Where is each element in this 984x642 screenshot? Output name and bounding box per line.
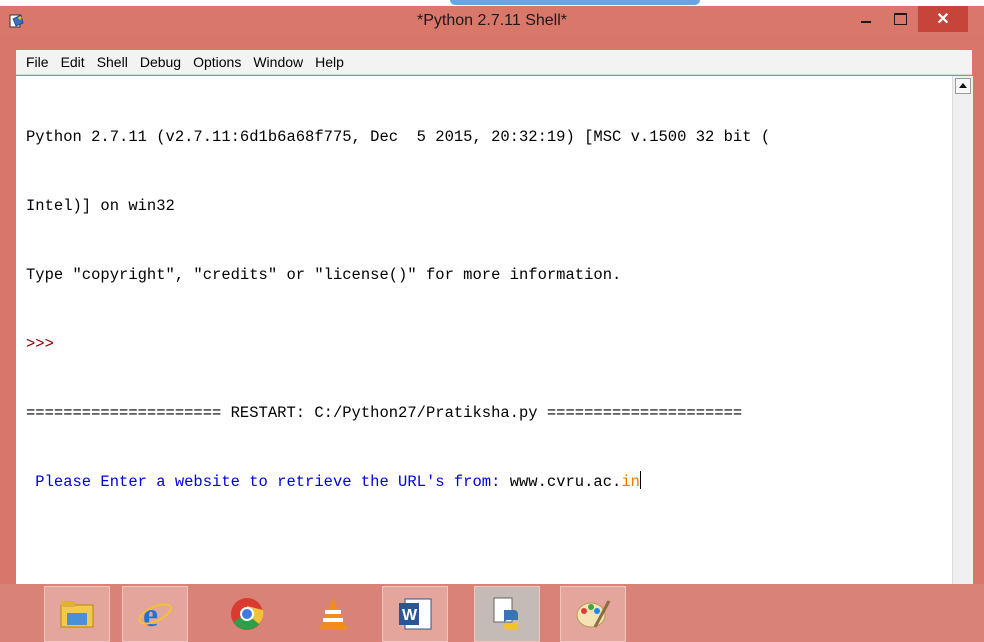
input-prompt-text: Please Enter a website to retrieve the U… [26,473,510,491]
chrome-icon [231,598,264,630]
minimize-icon [861,21,871,23]
taskbar-python-idle[interactable] [474,586,540,642]
minimize-button[interactable] [851,6,881,32]
taskbar: e W [0,584,984,642]
menu-file[interactable]: File [26,54,49,70]
maximize-icon [893,13,907,25]
decorative-bar [450,0,700,5]
window-title: *Python 2.7.11 Shell* [416,12,568,29]
vlc-icon [319,598,347,630]
input-value-highlight[interactable]: in [621,473,640,491]
shell-prompt: >>> [26,335,64,353]
taskbar-chrome[interactable] [214,586,280,642]
close-button[interactable]: ✕ [918,6,968,32]
menu-window[interactable]: Window [253,54,303,70]
internet-explorer-icon: e [138,597,172,632]
maximize-button[interactable] [885,6,915,32]
word-icon: W [399,598,432,630]
svg-text:W: W [402,607,418,624]
menu-bar: File Edit Shell Debug Options Window Hel… [16,50,972,75]
taskbar-vlc[interactable] [300,586,366,642]
vertical-scrollbar[interactable] [952,76,973,584]
menu-debug[interactable]: Debug [140,54,181,70]
file-explorer-icon [60,601,94,628]
menu-edit[interactable]: Edit [61,54,85,70]
banner-line-1: Python 2.7.11 (v2.7.11:6d1b6a68f775, Dec… [26,128,771,146]
python-icon [493,597,518,630]
taskbar-internet-explorer[interactable]: e [122,586,188,642]
text-cursor [639,471,641,489]
banner-line-2: Intel)] on win32 [26,197,175,215]
menu-options[interactable]: Options [193,54,241,70]
input-line[interactable]: Please Enter a website to retrieve the U… [26,471,952,494]
restart-line: ===================== RESTART: C:/Python… [26,404,743,422]
svg-text:e: e [143,597,158,632]
paint-icon [576,600,611,628]
taskbar-file-explorer[interactable] [44,586,110,642]
input-value[interactable]: www.cvru.ac. [510,473,622,491]
close-icon: ✕ [936,11,950,28]
title-bar[interactable]: *Python 2.7.11 Shell* ✕ [0,6,984,36]
taskbar-word[interactable]: W [382,586,448,642]
scroll-up-button[interactable] [955,78,971,94]
menu-help[interactable]: Help [315,54,344,70]
taskbar-paint[interactable] [560,586,626,642]
shell-text-area[interactable]: Python 2.7.11 (v2.7.11:6d1b6a68f775, Dec… [16,76,952,584]
menu-shell[interactable]: Shell [97,54,128,70]
banner-line-3: Type "copyright", "credits" or "license(… [26,266,622,284]
